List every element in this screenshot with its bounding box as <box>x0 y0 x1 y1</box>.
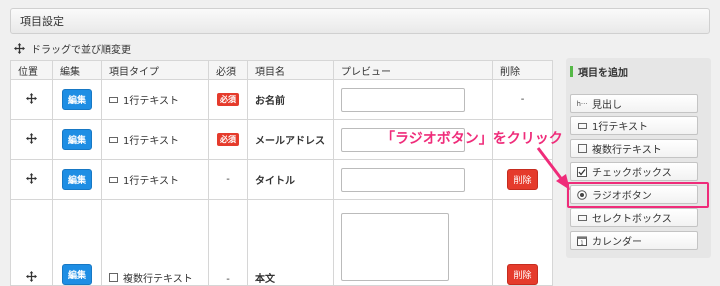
field-type: 1行テキスト <box>123 176 180 187</box>
edit-button[interactable]: 編集 <box>61 89 92 110</box>
single-line-icon <box>109 136 118 143</box>
add-field-title-label: 項目を追加 <box>578 68 628 79</box>
accent-bar <box>570 66 573 77</box>
add-select-label: セレクトボックス <box>592 214 672 225</box>
preview-input[interactable] <box>341 167 465 192</box>
table-row: 編集 複数行テキスト - 本文 削除 <box>10 199 553 286</box>
drag-hint: ドラッグで並び順変更 <box>14 41 131 56</box>
drag-handle[interactable] <box>10 119 53 160</box>
add-heading-button[interactable]: h··· 見出し <box>570 94 698 113</box>
table-row: 編集 1行テキスト - タイトル 削除 <box>10 159 553 200</box>
fields-table: 位置 編集 項目タイプ 必須 項目名 プレビュー 削除 編集 1行テキスト 必須… <box>10 60 553 286</box>
field-name: お名前 <box>247 79 334 120</box>
required-badge: 必須 <box>217 93 239 106</box>
move-icon[interactable] <box>26 172 37 184</box>
table-header-row: 位置 編集 項目タイプ 必須 項目名 プレビュー 削除 <box>10 60 553 80</box>
preview-input[interactable] <box>341 87 465 112</box>
move-icon[interactable] <box>26 92 37 104</box>
column-header: 削除 <box>492 60 553 80</box>
edit-button[interactable]: 編集 <box>61 264 92 285</box>
delete-button[interactable]: 削除 <box>507 169 538 190</box>
field-type: 複数行テキスト <box>123 274 193 285</box>
field-name: 本文 <box>247 199 334 286</box>
add-single-line-label: 1行テキスト <box>592 122 649 133</box>
section-header: 項目設定 <box>10 8 710 34</box>
add-field-panel <box>566 58 711 258</box>
heading-icon: h··· <box>576 99 588 108</box>
column-header: 編集 <box>52 60 102 80</box>
column-header: 位置 <box>10 60 53 80</box>
table-row: 編集 1行テキスト 必須 お名前 - <box>10 79 553 120</box>
edit-button[interactable]: 編集 <box>61 129 92 150</box>
add-multi-line-label: 複数行テキスト <box>592 145 662 156</box>
annotation-label: 「ラジオボタン」をクリック <box>381 131 563 147</box>
move-icon[interactable] <box>26 132 37 144</box>
add-single-line-button[interactable]: 1行テキスト <box>570 116 698 135</box>
column-header: プレビュー <box>333 60 493 80</box>
svg-text:1: 1 <box>580 240 583 246</box>
column-header: 必須 <box>208 60 248 80</box>
add-checkbox-button[interactable]: チェックボックス <box>570 162 698 181</box>
column-header: 項目名 <box>247 60 334 80</box>
drag-handle[interactable] <box>10 79 53 120</box>
required-value: - <box>208 199 248 286</box>
field-name: メールアドレス <box>247 119 334 160</box>
drag-hint-label: ドラッグで並び順変更 <box>31 45 131 56</box>
add-field-title: 項目を追加 <box>570 64 628 79</box>
add-checkbox-label: チェックボックス <box>592 168 672 179</box>
add-multi-line-button[interactable]: 複数行テキスト <box>570 139 698 158</box>
single-line-icon <box>577 121 587 131</box>
add-calendar-button[interactable]: 1 カレンダー <box>570 231 698 250</box>
multi-line-icon <box>109 273 118 282</box>
edit-button[interactable]: 編集 <box>61 169 92 190</box>
move-icon <box>14 43 25 54</box>
delete-cell: - <box>492 79 553 120</box>
select-icon <box>577 213 587 223</box>
required-value: - <box>208 159 248 200</box>
calendar-icon: 1 <box>577 236 587 246</box>
section-title: 項目設定 <box>20 15 64 28</box>
delete-button[interactable]: 削除 <box>507 264 538 285</box>
move-icon[interactable] <box>26 271 37 282</box>
add-calendar-label: カレンダー <box>592 237 642 248</box>
radio-highlight-box <box>567 182 709 208</box>
column-header: 項目タイプ <box>101 60 209 80</box>
single-line-icon <box>109 176 118 183</box>
checkbox-icon <box>577 166 587 177</box>
field-type: 1行テキスト <box>123 96 180 107</box>
required-badge: 必須 <box>217 133 239 146</box>
drag-handle[interactable] <box>10 199 53 286</box>
add-heading-label: 見出し <box>592 100 622 111</box>
drag-handle[interactable] <box>10 159 53 200</box>
multi-line-icon <box>577 144 587 154</box>
single-line-icon <box>109 96 118 103</box>
preview-textarea[interactable] <box>341 213 449 281</box>
field-name: タイトル <box>247 159 334 200</box>
field-type: 1行テキスト <box>123 136 180 147</box>
add-select-button[interactable]: セレクトボックス <box>570 208 698 227</box>
